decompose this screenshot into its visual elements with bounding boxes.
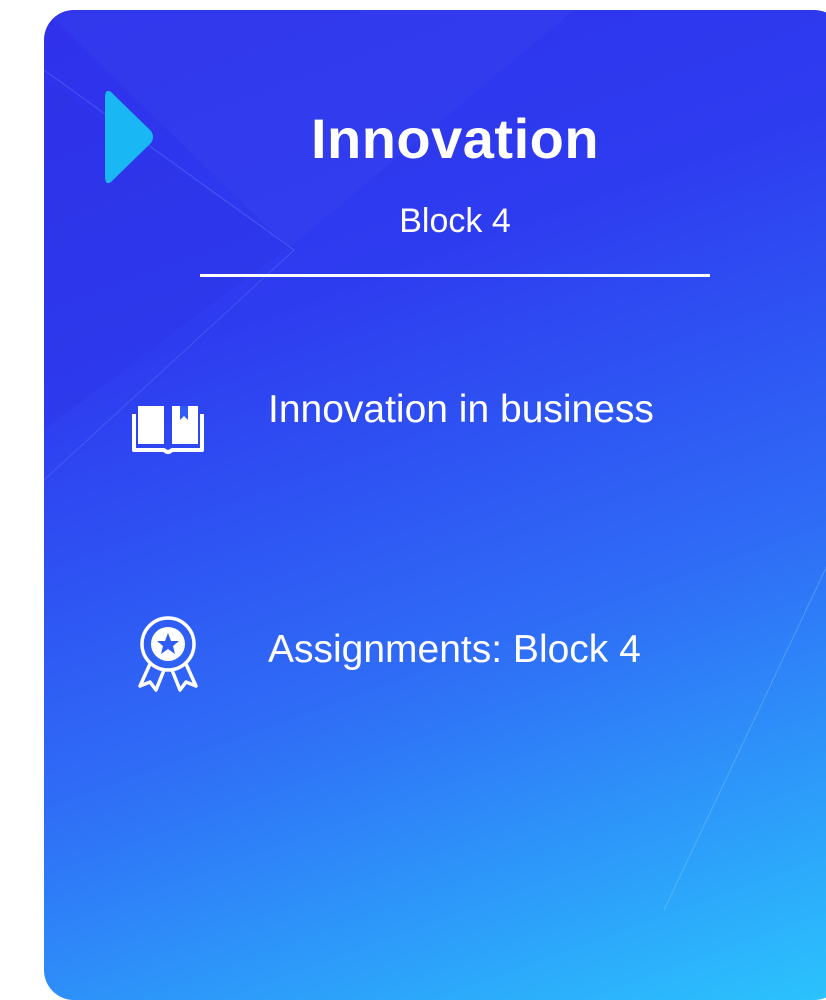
menu-item-label: Assignments: Block 4 <box>268 628 641 671</box>
play-marker-icon <box>105 90 153 184</box>
menu-item-label: Innovation in business <box>268 388 654 431</box>
menu-item-assignments-block-4[interactable]: Assignments: Block 4 <box>120 600 760 692</box>
open-book-icon <box>132 406 204 454</box>
menu-item-innovation-in-business[interactable]: Innovation in business <box>120 362 760 454</box>
block-title: Innovation <box>310 107 600 170</box>
title-divider <box>200 274 710 277</box>
award-ribbon-icon <box>138 616 198 692</box>
block-subtitle: Block 4 <box>399 202 511 240</box>
